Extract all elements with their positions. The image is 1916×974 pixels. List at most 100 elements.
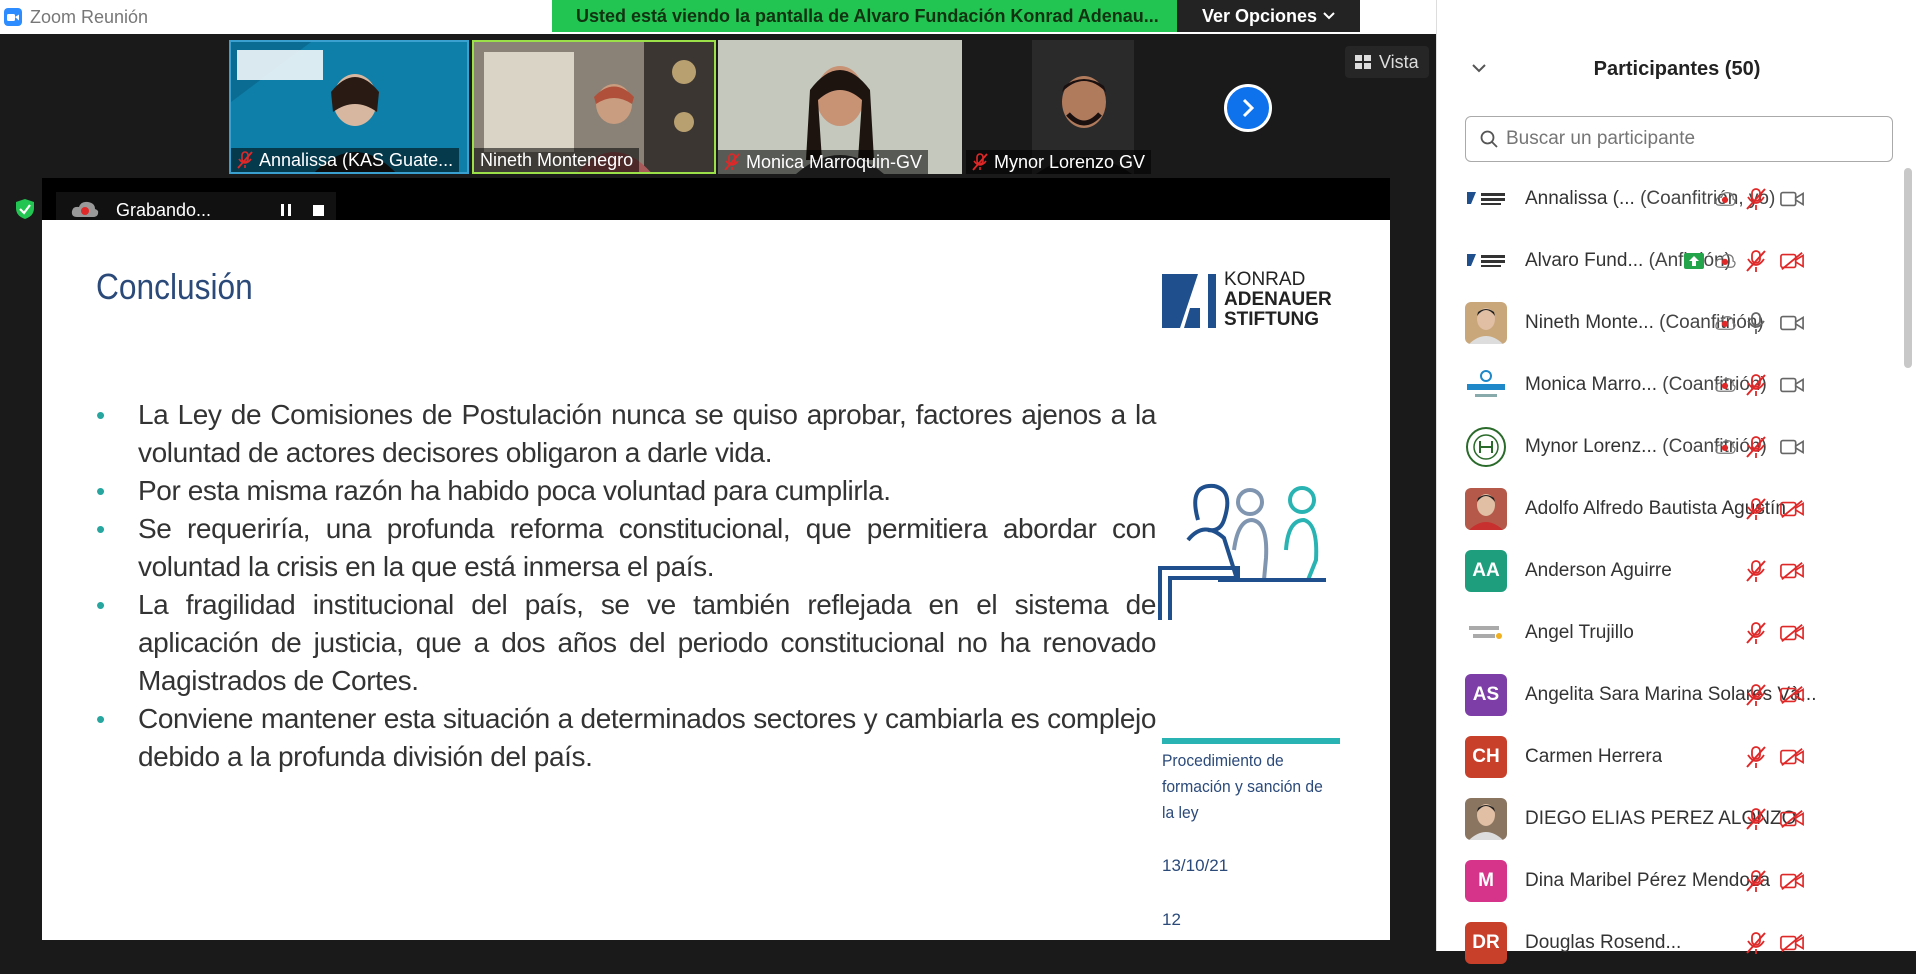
- mic-off-icon[interactable]: [1743, 930, 1769, 956]
- participant-row[interactable]: Mynor Lorenz... (Coanfitrión): [1437, 416, 1907, 478]
- video-tile-name-bar: Nineth Montenegro: [474, 148, 640, 172]
- video-off-icon[interactable]: [1779, 558, 1805, 584]
- participant-row[interactable]: Monica Marro... (Coanfitrión): [1437, 354, 1907, 416]
- mic-off-icon[interactable]: [1743, 620, 1769, 646]
- participant-row[interactable]: Adolfo Alfredo Bautista Agustín: [1437, 478, 1907, 540]
- video-tile[interactable]: Nineth Montenegro: [472, 40, 716, 174]
- participant-row[interactable]: Alvaro Fund... (Anfitrión): [1437, 230, 1907, 292]
- participant-name-text: Nineth Monte...: [1525, 312, 1654, 333]
- participant-row[interactable]: AS Angelita Sara Marina Solares Và...: [1437, 664, 1907, 726]
- participant-row[interactable]: M Dina Maribel Pérez Mendoza: [1437, 850, 1907, 912]
- pause-recording-button[interactable]: [276, 200, 296, 220]
- participant-name: Angelita Sara Marina Solares Và...: [1525, 684, 1817, 706]
- participant-row[interactable]: CH Carmen Herrera: [1437, 726, 1907, 788]
- stop-recording-button[interactable]: [308, 200, 328, 220]
- view-button[interactable]: Vista: [1345, 46, 1429, 78]
- slide-bullet: Por esta misma razón ha habido poca volu…: [96, 472, 1156, 510]
- angel-logo-icon: [1469, 626, 1502, 639]
- participant-search-input[interactable]: [1506, 128, 1866, 150]
- participant-avatar: [1465, 364, 1507, 406]
- participant-avatar: [1465, 178, 1507, 220]
- zoom-app-icon: [4, 8, 22, 26]
- video-off-icon[interactable]: [1779, 248, 1805, 274]
- video-on-icon[interactable]: [1779, 434, 1805, 460]
- participant-name-text: Monica Marro...: [1525, 374, 1657, 395]
- video-on-icon[interactable]: [1779, 372, 1805, 398]
- video-on-icon[interactable]: [1779, 186, 1805, 212]
- video-off-icon[interactable]: [1779, 806, 1805, 832]
- participant-name-text: Carmen Herrera: [1525, 746, 1663, 767]
- mic-off-icon[interactable]: [1743, 558, 1769, 584]
- participant-list-scrollbar[interactable]: [1904, 168, 1912, 368]
- slide-bullet-list: La Ley de Comisiones de Postulación nunc…: [96, 396, 1156, 776]
- mic-off-icon[interactable]: [1743, 806, 1769, 832]
- logo-line: KONRAD: [1224, 269, 1306, 290]
- recording-status-icon: [1712, 434, 1738, 460]
- mic-off-icon[interactable]: [1743, 248, 1769, 274]
- mic-off-icon[interactable]: [1743, 682, 1769, 708]
- screen-sharing-icon: [1681, 248, 1707, 274]
- video-tile[interactable]: Annalissa (KAS Guate...: [229, 40, 469, 174]
- mic-off-icon[interactable]: [1743, 744, 1769, 770]
- video-on-icon[interactable]: [1779, 310, 1805, 336]
- pause-icon: [281, 204, 291, 216]
- recording-status-icon: [1712, 310, 1738, 336]
- mic-off-icon[interactable]: [1743, 186, 1769, 212]
- video-strip: Annalissa (KAS Guate... Nineth Montenegr…: [0, 34, 1436, 178]
- video-tile[interactable]: Mynor Lorenzo GV: [966, 40, 1210, 174]
- video-off-icon[interactable]: [1779, 868, 1805, 894]
- next-page-button[interactable]: [1224, 84, 1272, 132]
- security-shield-icon[interactable]: [14, 198, 36, 220]
- participant-row[interactable]: AA Anderson Aguirre: [1437, 540, 1907, 602]
- video-off-icon[interactable]: [1779, 620, 1805, 646]
- participant-search-box[interactable]: [1465, 116, 1893, 162]
- recording-status-icon: [1712, 248, 1738, 274]
- participant-name-text: Douglas Rosend...: [1525, 932, 1682, 953]
- video-tile-name: Mynor Lorenzo GV: [994, 151, 1146, 172]
- participant-photo-icon: [1469, 308, 1503, 344]
- participant-row[interactable]: Angel Trujillo: [1437, 602, 1907, 664]
- search-icon: [1480, 130, 1498, 148]
- guatemala-visible-logo-icon: [1467, 370, 1505, 397]
- slide-title: Conclusión: [96, 266, 253, 307]
- participant-row[interactable]: DIEGO ELIAS PEREZ ALONZO: [1437, 788, 1907, 850]
- participant-name-text: Angelita Sara Marina Solares Và...: [1525, 684, 1817, 705]
- participant-name-text: Angel Trujillo: [1525, 622, 1634, 643]
- video-tile[interactable]: Monica Marroquin-GV: [718, 40, 962, 174]
- video-tile-name-bar: Annalissa (KAS Guate...: [231, 148, 460, 172]
- participant-name-text: Annalissa (...: [1525, 188, 1635, 209]
- mic-off-icon: [972, 153, 988, 171]
- video-off-icon[interactable]: [1779, 496, 1805, 522]
- mic-off-icon[interactable]: [1743, 434, 1769, 460]
- participant-name-text: Dina Maribel Pérez Mendoza: [1525, 870, 1771, 891]
- logo-line: ADENAUER: [1224, 289, 1332, 310]
- participant-row[interactable]: Nineth Monte... (Coanfitrión): [1437, 292, 1907, 354]
- video-off-icon[interactable]: [1779, 682, 1805, 708]
- participant-photo-icon: [1469, 804, 1503, 840]
- slide-bullet: Se requeriría, una profunda reforma cons…: [96, 510, 1156, 586]
- participant-avatar: DR: [1465, 922, 1507, 964]
- mic-off-icon: [724, 153, 740, 171]
- view-label: Vista: [1379, 51, 1419, 72]
- slide-page-number: 12: [1162, 910, 1181, 929]
- mic-off-icon[interactable]: [1743, 868, 1769, 894]
- participant-row[interactable]: DR Douglas Rosend...: [1437, 912, 1907, 974]
- slide-bullet: Conviene mantener esta situación a deter…: [96, 700, 1156, 776]
- video-tile-name-bar: Mynor Lorenzo GV: [966, 150, 1152, 174]
- mic-on-icon[interactable]: [1743, 310, 1769, 336]
- participant-name-text: Anderson Aguirre: [1525, 560, 1672, 581]
- shared-screen-slide: Conclusión KONRAD ADENAUER STIFTUNG La L…: [42, 220, 1390, 940]
- participant-photo-icon: [1469, 494, 1503, 530]
- screen-share-banner: Usted está viendo la pantalla de Alvaro …: [552, 0, 1177, 32]
- banner-text: Usted está viendo la pantalla de Alvaro …: [576, 5, 1159, 26]
- mic-off-icon[interactable]: [1743, 496, 1769, 522]
- participant-avatar: [1465, 612, 1507, 654]
- view-options-button[interactable]: Ver Opciones: [1177, 0, 1360, 32]
- video-off-icon[interactable]: [1779, 744, 1805, 770]
- participant-list: Annalissa (... (Coanfitrión, yo) Alvaro …: [1437, 168, 1907, 974]
- konrad-adenauer-logo: KONRAD ADENAUER STIFTUNG: [1162, 270, 1342, 334]
- mic-off-icon[interactable]: [1743, 372, 1769, 398]
- participant-row[interactable]: Annalissa (... (Coanfitrión, yo): [1437, 168, 1907, 230]
- video-off-icon[interactable]: [1779, 930, 1805, 956]
- participant-avatar: AS: [1465, 674, 1507, 716]
